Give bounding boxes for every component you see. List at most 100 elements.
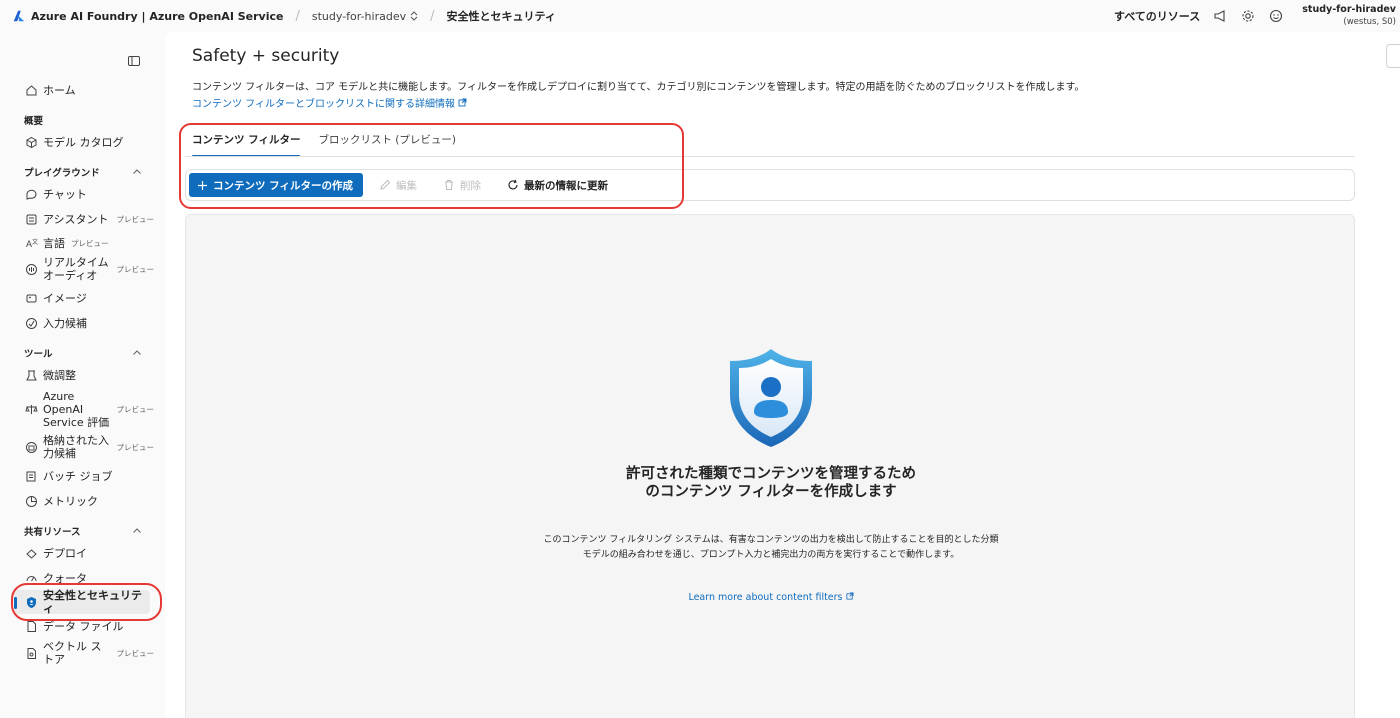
pencil-icon (380, 179, 391, 190)
label-line: OpenAI (43, 403, 84, 416)
learn-more-filters-link[interactable]: Learn more about content filters (621, 592, 921, 603)
sidebar-item-label: ホーム (43, 83, 76, 97)
sidebar-item-assistant[interactable]: アシスタント プレビュー (24, 212, 154, 226)
sidebar-item-label: アシスタント (43, 212, 109, 226)
section-label: ツール (24, 349, 53, 360)
learn-more-text: コンテンツ フィルターとブロックリストに関する詳細情報 (192, 99, 455, 110)
brand[interactable]: Azure AI Foundry | Azure OpenAI Service (12, 9, 283, 23)
label-line: 格納された入 (43, 434, 109, 447)
sidebar-item-data-files[interactable]: データ ファイル (24, 619, 154, 633)
sidebar-item-realtime-audio[interactable]: リアルタイム オーディオ プレビュー (24, 256, 154, 282)
image-icon (24, 291, 38, 305)
sidebar-item-label: クォータ (43, 571, 87, 585)
right-edge-button[interactable] (1386, 44, 1400, 68)
preview-badge: プレビュー (71, 238, 109, 248)
shield-icon (24, 595, 38, 609)
sidebar-item-safety-security[interactable]: 安全性とセキュリティ (14, 589, 150, 615)
empty-state-card: 許可された種類でコンテンツを管理するためのコンテンツ フィルターを作成します こ… (185, 214, 1355, 718)
sidebar-item-label: 言語 (43, 236, 65, 250)
refresh-label: 最新の情報に更新 (523, 179, 608, 192)
delete-button[interactable]: 削除 (433, 173, 491, 197)
chevron-up-icon (133, 169, 141, 174)
breadcrumb-separator: / (295, 8, 300, 24)
sidebar-item-completion[interactable]: 入力候補 (24, 316, 154, 330)
sidebar-collapse-icon[interactable] (127, 54, 141, 68)
finetune-icon (24, 368, 38, 382)
sidebar-item-image[interactable]: イメージ (24, 291, 154, 305)
refresh-button[interactable]: 最新の情報に更新 (497, 173, 618, 197)
section-label: プレイグラウンド (24, 168, 100, 179)
sidebar-item-evaluation[interactable]: Azure OpenAI Service 評価 プレビュー (24, 390, 154, 429)
breadcrumb-separator: / (430, 8, 435, 24)
label-line: ベクトル ス (43, 640, 102, 653)
sidebar-item-label: モデル カタログ (43, 135, 124, 149)
create-filter-button[interactable]: コンテンツ フィルターの作成 (189, 173, 363, 197)
breadcrumb-current: 安全性とセキュリティ (446, 10, 556, 23)
sidebar-section-shared[interactable]: 共有リソース (24, 524, 142, 538)
sidebar-item-label: イメージ (43, 291, 87, 305)
preview-badge: プレビュー (116, 648, 155, 658)
trash-icon (444, 180, 453, 190)
tab-bar: コンテンツ フィルター ブロックリスト (プレビュー) (192, 132, 456, 157)
gear-icon[interactable] (1240, 8, 1256, 24)
sidebar-item-label: デプロイ (43, 546, 87, 560)
sidebar-item-finetune[interactable]: 微調整 (24, 368, 154, 382)
sidebar-item-label: データ ファイル (43, 619, 124, 633)
home-icon (24, 83, 38, 97)
section-label: 共有リソース (24, 527, 81, 538)
preview-badge: プレビュー (116, 405, 155, 414)
completion-icon (24, 316, 38, 330)
sidebar-item-metrics[interactable]: メトリック (24, 494, 154, 508)
chevron-updown-icon (410, 11, 418, 21)
sidebar-section-tools[interactable]: ツール (24, 346, 142, 360)
edit-label: 編集 (395, 179, 417, 192)
refresh-icon (508, 179, 518, 190)
preview-badge: プレビュー (116, 442, 155, 452)
language-icon: A文 (24, 236, 38, 250)
label-line: Service 評価 (43, 416, 110, 429)
account-region: (westus, S0) (1343, 17, 1396, 27)
top-bar: Azure AI Foundry | Azure OpenAI Service … (0, 0, 1400, 32)
sidebar-item-label: リアルタイム オーディオ (43, 256, 109, 282)
page-title: Safety + security (192, 46, 340, 66)
edit-button[interactable]: 編集 (369, 173, 427, 197)
sidebar-item-label: チャット (43, 187, 87, 201)
chevron-up-icon (133, 528, 141, 533)
external-link-icon (458, 98, 467, 107)
sidebar-item-label: Azure OpenAI Service 評価 (43, 390, 109, 429)
sidebar-item-deploy[interactable]: デプロイ (24, 546, 154, 560)
learn-more-link[interactable]: コンテンツ フィルターとブロックリストに関する詳細情報 (192, 95, 467, 110)
empty-state-description: このコンテンツ フィルタリング システムは、有害なコンテンツの出力を検出して防止… (543, 535, 999, 560)
sidebar-item-stored-completions[interactable]: 格納された入 力候補 プレビュー (24, 434, 154, 460)
breadcrumb-project[interactable]: study-for-hiradev (312, 10, 418, 23)
tab-blocklist[interactable]: ブロックリスト (プレビュー) (318, 132, 456, 156)
all-resources-link[interactable]: すべてのリソース (1114, 8, 1200, 24)
learn-more-filters-text: Learn more about content filters (688, 592, 843, 603)
sidebar-item-vector-store[interactable]: ベクトル ストア プレビュー (24, 640, 154, 666)
chat-icon (24, 187, 38, 201)
megaphone-icon[interactable] (1212, 8, 1228, 24)
sidebar-item-model-catalog[interactable]: モデル カタログ (24, 135, 154, 149)
tab-divider (185, 156, 1355, 157)
sidebar-section-overview: 概要 (24, 113, 142, 127)
plus-icon (198, 180, 207, 190)
label-line: Azure (43, 390, 75, 403)
sidebar-item-language[interactable]: A文 言語 プレビュー (24, 236, 154, 250)
tab-content-filters[interactable]: コンテンツ フィルター (192, 132, 301, 157)
sidebar-item-home[interactable]: ホーム (24, 83, 154, 97)
sidebar-item-batch-jobs[interactable]: バッチ ジョブ (24, 469, 154, 483)
preview-badge: プレビュー (116, 264, 155, 274)
vector-store-icon (24, 646, 38, 660)
azure-logo-icon (13, 10, 25, 22)
label-line: オーディオ (43, 269, 98, 282)
sidebar-item-quota[interactable]: クォータ (24, 571, 154, 585)
sidebar-item-chat[interactable]: チャット (24, 187, 154, 201)
sidebar-section-playground[interactable]: プレイグラウンド (24, 165, 142, 179)
assistant-icon (24, 212, 38, 226)
account-menu[interactable]: study-for-hiradev (westus, S0) (1302, 4, 1400, 28)
create-filter-label: コンテンツ フィルターの作成 (213, 179, 353, 192)
smiley-feedback-icon[interactable] (1268, 8, 1284, 24)
top-right-controls: すべてのリソース study-for-hiradev (westus, S0) (1114, 0, 1400, 32)
sidebar-item-label: 微調整 (43, 368, 76, 382)
toolbar: コンテンツ フィルターの作成 編集 削除 最新の情報に更新 (185, 169, 1355, 201)
